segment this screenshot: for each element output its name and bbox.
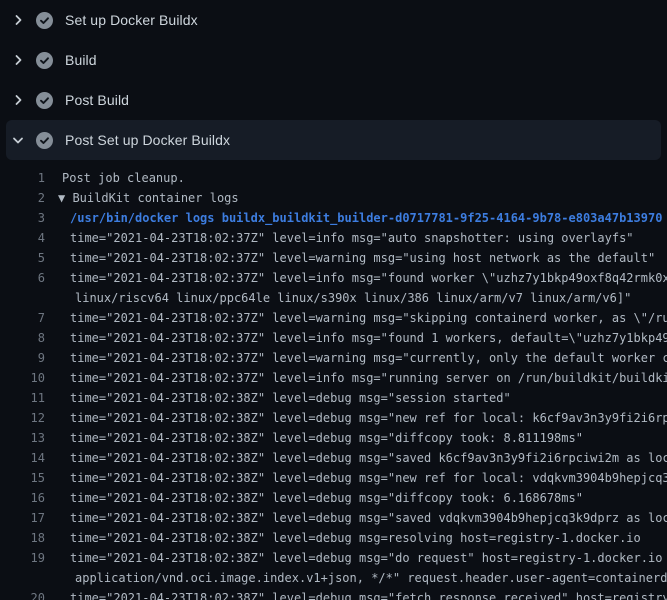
log-line: 19 time="2021-04-23T18:02:38Z" level=debu… xyxy=(0,548,667,568)
step-label: Post Build xyxy=(65,92,129,108)
log-text: time="2021-04-23T18:02:37Z" level=info m… xyxy=(70,228,634,248)
log-line: 17 time="2021-04-23T18:02:38Z" level=debu… xyxy=(0,508,667,528)
log-text: time="2021-04-23T18:02:38Z" level=debug … xyxy=(70,408,667,428)
log-line: 8 time="2021-04-23T18:02:37Z" level=info … xyxy=(0,328,667,348)
line-number[interactable]: 13 xyxy=(0,428,45,448)
log-line: 9 time="2021-04-23T18:02:37Z" level=warni… xyxy=(0,348,667,368)
chevron-down-icon[interactable] xyxy=(10,132,26,148)
log-line: 6 time="2021-04-23T18:02:37Z" level=info … xyxy=(0,268,667,288)
line-number[interactable]: 4 xyxy=(0,228,45,248)
log-text: time="2021-04-23T18:02:38Z" level=debug … xyxy=(70,548,667,568)
log-text: time="2021-04-23T18:02:38Z" level=debug … xyxy=(70,428,583,448)
log-text: application/vnd.oci.image.index.v1+json,… xyxy=(75,568,667,588)
log-line: 15 time="2021-04-23T18:02:38Z" level=debu… xyxy=(0,468,667,488)
check-circle-icon xyxy=(36,92,53,109)
log-line: 5 time="2021-04-23T18:02:37Z" level=warni… xyxy=(0,248,667,268)
check-circle-icon xyxy=(36,12,53,29)
line-number[interactable]: 11 xyxy=(0,388,45,408)
log-line-continuation: application/vnd.oci.image.index.v1+json,… xyxy=(0,568,667,588)
actions-log-viewer: Set up Docker Buildx Build Post Build Po… xyxy=(0,0,667,600)
step-label: Set up Docker Buildx xyxy=(65,12,198,28)
log-text: time="2021-04-23T18:02:38Z" level=debug … xyxy=(70,508,667,528)
log-text: time="2021-04-23T18:02:37Z" level=info m… xyxy=(70,368,667,388)
step-section-post-set-up-docker-buildx[interactable]: Post Set up Docker Buildx xyxy=(6,120,661,160)
log-text: linux/riscv64 linux/ppc64le linux/s390x … xyxy=(75,288,631,308)
line-number[interactable]: 10 xyxy=(0,368,45,388)
log-text: time="2021-04-23T18:02:38Z" level=debug … xyxy=(70,588,667,600)
log-output: 1 Post job cleanup. 2 ▼ BuildKit container … xyxy=(0,160,667,600)
line-number[interactable]: 19 xyxy=(0,548,45,568)
line-number[interactable]: 16 xyxy=(0,488,45,508)
step-label: Build xyxy=(65,52,97,68)
log-text: time="2021-04-23T18:02:38Z" level=debug … xyxy=(70,468,667,488)
step-section-build[interactable]: Build xyxy=(6,40,661,80)
line-number[interactable]: 2 xyxy=(0,188,45,208)
log-text: time="2021-04-23T18:02:37Z" level=warnin… xyxy=(70,248,655,268)
log-text: time="2021-04-23T18:02:37Z" level=info m… xyxy=(70,328,667,348)
chevron-right-icon[interactable] xyxy=(10,92,26,108)
line-number[interactable]: 12 xyxy=(0,408,45,428)
step-list: Set up Docker Buildx Build Post Build Po… xyxy=(0,0,667,160)
log-line: 4 time="2021-04-23T18:02:37Z" level=info … xyxy=(0,228,667,248)
log-text: time="2021-04-23T18:02:38Z" level=debug … xyxy=(70,528,641,548)
line-number[interactable]: 8 xyxy=(0,328,45,348)
step-section-post-build[interactable]: Post Build xyxy=(6,80,661,120)
log-line: 11 time="2021-04-23T18:02:38Z" level=debu… xyxy=(0,388,667,408)
line-number[interactable]: 20 xyxy=(0,588,45,600)
line-number[interactable]: 3 xyxy=(0,208,45,228)
line-number[interactable]: 9 xyxy=(0,348,45,368)
log-line: 1 Post job cleanup. xyxy=(0,168,667,188)
log-line: 3/usr/bin/docker logs buildx_buildkit_bu… xyxy=(0,208,667,228)
line-number[interactable]: 14 xyxy=(0,448,45,468)
line-number[interactable]: 6 xyxy=(0,268,45,288)
log-line-continuation: linux/riscv64 linux/ppc64le linux/s390x … xyxy=(0,288,667,308)
log-line: 13 time="2021-04-23T18:02:38Z" level=debu… xyxy=(0,428,667,448)
log-line: 18 time="2021-04-23T18:02:38Z" level=debu… xyxy=(0,528,667,548)
chevron-right-icon[interactable] xyxy=(10,12,26,28)
log-line: 14 time="2021-04-23T18:02:38Z" level=debu… xyxy=(0,448,667,468)
line-number[interactable]: 1 xyxy=(0,168,45,188)
log-line: 12 time="2021-04-23T18:02:38Z" level=debu… xyxy=(0,408,667,428)
log-line: 20 time="2021-04-23T18:02:38Z" level=debu… xyxy=(0,588,667,600)
line-number[interactable]: 7 xyxy=(0,308,45,328)
chevron-right-icon[interactable] xyxy=(10,52,26,68)
log-command-text: /usr/bin/docker logs buildx_buildkit_bui… xyxy=(70,208,662,228)
log-line: 7 time="2021-04-23T18:02:37Z" level=warni… xyxy=(0,308,667,328)
log-line: 2 ▼ BuildKit container logs xyxy=(0,188,667,208)
log-text: Post job cleanup. xyxy=(62,168,185,188)
log-text: time="2021-04-23T18:02:37Z" level=warnin… xyxy=(70,308,667,328)
line-number[interactable]: 15 xyxy=(0,468,45,488)
log-text: time="2021-04-23T18:02:37Z" level=info m… xyxy=(70,268,667,288)
log-text: time="2021-04-23T18:02:38Z" level=debug … xyxy=(70,388,511,408)
log-text: time="2021-04-23T18:02:38Z" level=debug … xyxy=(70,448,667,468)
line-number[interactable]: 5 xyxy=(0,248,45,268)
step-section-set-up-docker-buildx[interactable]: Set up Docker Buildx xyxy=(6,0,661,40)
log-group-toggle[interactable]: ▼ BuildKit container logs xyxy=(58,188,239,208)
log-line: 16 time="2021-04-23T18:02:38Z" level=debu… xyxy=(0,488,667,508)
log-text: time="2021-04-23T18:02:37Z" level=warnin… xyxy=(70,348,667,368)
log-line: 10 time="2021-04-23T18:02:37Z" level=info… xyxy=(0,368,667,388)
log-text: time="2021-04-23T18:02:38Z" level=debug … xyxy=(70,488,583,508)
check-circle-icon xyxy=(36,132,53,149)
step-label: Post Set up Docker Buildx xyxy=(65,132,230,148)
check-circle-icon xyxy=(36,52,53,69)
line-number[interactable]: 18 xyxy=(0,528,45,548)
line-number[interactable]: 17 xyxy=(0,508,45,528)
